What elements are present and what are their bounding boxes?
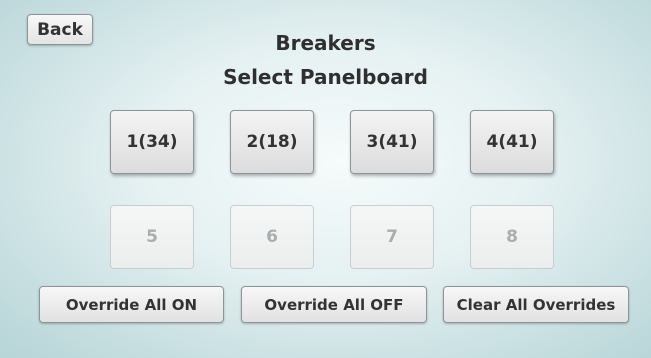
panel-button-7: 7 (350, 205, 434, 269)
page-title: Breakers (275, 31, 376, 55)
override-all-on-button[interactable]: Override All ON (39, 286, 224, 323)
panel-button-6: 6 (230, 205, 314, 269)
panel-button-5: 5 (110, 205, 194, 269)
override-all-off-button[interactable]: Override All OFF (241, 286, 427, 323)
panel-button-3[interactable]: 3(41) (350, 110, 434, 174)
panel-button-4[interactable]: 4(41) (470, 110, 554, 174)
panel-button-2[interactable]: 2(18) (230, 110, 314, 174)
clear-all-overrides-button[interactable]: Clear All Overrides (443, 286, 629, 323)
breakers-screen: Back Breakers Select Panelboard 1(34) 2(… (0, 0, 651, 358)
page-subtitle: Select Panelboard (223, 65, 428, 89)
panel-button-8: 8 (470, 205, 554, 269)
panel-button-1[interactable]: 1(34) (110, 110, 194, 174)
